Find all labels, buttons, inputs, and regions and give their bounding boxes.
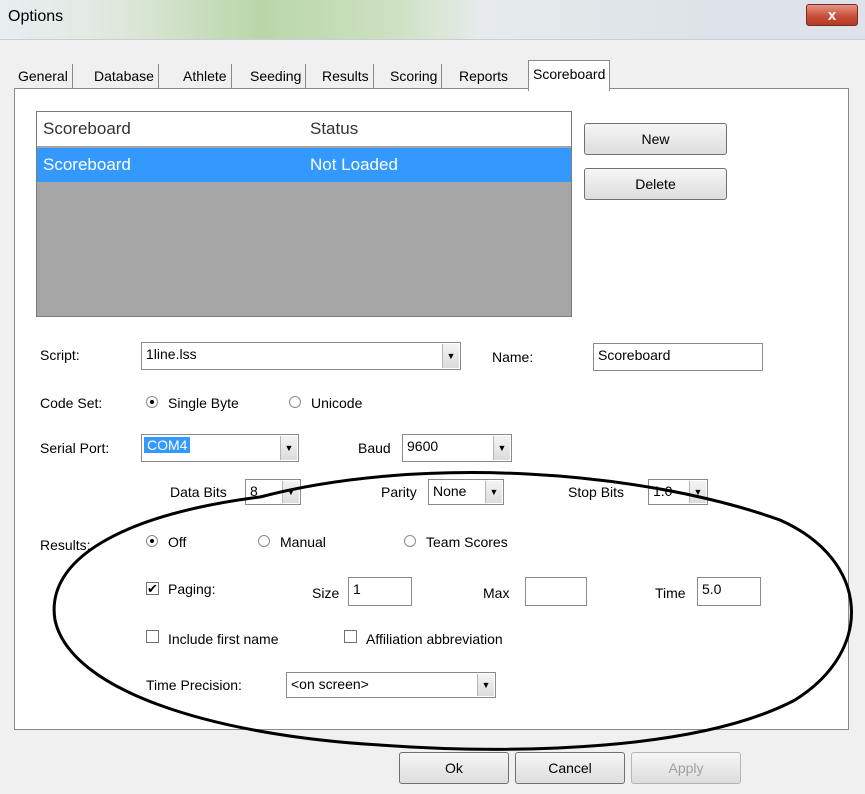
chevron-down-icon[interactable]: ▼ [689,481,706,503]
tab-athlete[interactable]: Athlete [179,64,232,88]
size-label: Size [312,585,340,601]
serial-port-select[interactable]: COM4 ▼ [141,434,299,462]
results-team-scores-radio[interactable] [404,535,416,547]
delete-button[interactable]: Delete [584,168,727,200]
code-set-label: Code Set: [40,395,103,411]
cancel-button[interactable]: Cancel [515,752,625,784]
max-field[interactable] [525,577,587,606]
tab-general[interactable]: General [14,64,73,88]
serial-port-value: COM4 [144,437,191,453]
include-first-name-checkbox[interactable] [146,630,159,643]
single-byte-label[interactable]: Single Byte [168,395,239,411]
paging-checkbox[interactable]: ✔ [146,582,159,595]
chevron-down-icon[interactable]: ▼ [280,436,297,460]
baud-select[interactable]: 9600 ▼ [402,434,512,462]
name-field[interactable]: Scoreboard [593,343,763,371]
scoreboard-list[interactable]: Scoreboard Status Scoreboard Not Loaded [36,111,572,317]
name-label: Name: [492,349,534,365]
time-precision-value: <on screen> [291,676,369,692]
chevron-down-icon[interactable]: ▼ [493,436,510,460]
ok-button[interactable]: Ok [399,752,509,784]
column-header-scoreboard[interactable]: Scoreboard [43,119,131,139]
tab-database[interactable]: Database [90,64,159,88]
single-byte-radio[interactable] [146,396,158,408]
unicode-label[interactable]: Unicode [311,395,362,411]
script-select[interactable]: 1line.lss ▼ [141,342,461,370]
results-off-label[interactable]: Off [168,534,186,550]
data-bits-value: 8 [250,483,258,499]
stop-bits-select[interactable]: 1.0 ▼ [648,479,708,505]
data-bits-select[interactable]: 8 ▼ [245,479,301,505]
baud-value: 9600 [407,438,439,454]
close-icon: x [827,6,837,24]
tab-reports[interactable]: Reports [455,64,512,88]
results-off-radio[interactable] [146,535,158,547]
window-title: Options [8,8,64,25]
max-label: Max [483,585,510,601]
paging-label[interactable]: Paging: [168,581,215,597]
affiliation-abbreviation-checkbox[interactable] [344,630,357,643]
title-bar: Options x [0,0,865,40]
time-label: Time [655,585,686,601]
time-precision-label: Time Precision: [146,677,242,693]
time-precision-select[interactable]: <on screen> ▼ [286,672,496,698]
affiliation-abbreviation-label[interactable]: Affiliation abbreviation [366,631,503,647]
chevron-down-icon[interactable]: ▼ [282,481,299,503]
tab-seeding[interactable]: Seeding [246,64,307,88]
list-header: Scoreboard Status [37,112,571,146]
baud-label: Baud [358,440,391,456]
list-item-status: Not Loaded [310,155,398,174]
chevron-down-icon[interactable]: ▼ [485,481,502,503]
tab-results[interactable]: Results [318,64,374,88]
new-button[interactable]: New [584,123,727,155]
data-bits-label: Data Bits [170,484,227,500]
parity-value: None [433,483,467,499]
chevron-down-icon[interactable]: ▼ [442,344,459,368]
results-manual-label[interactable]: Manual [280,534,326,550]
column-header-status[interactable]: Status [310,119,358,139]
unicode-radio[interactable] [289,396,301,408]
list-item[interactable]: Scoreboard Not Loaded [37,148,571,182]
chevron-down-icon[interactable]: ▼ [477,674,494,696]
stop-bits-label: Stop Bits [568,484,625,500]
script-value: 1line.lss [146,346,197,362]
script-label: Script: [40,347,80,363]
list-item-name: Scoreboard [43,155,131,174]
results-manual-radio[interactable] [258,535,270,547]
tab-scoreboard[interactable]: Scoreboard [528,60,611,91]
results-team-scores-label[interactable]: Team Scores [426,534,508,550]
parity-label: Parity [381,484,417,500]
parity-select[interactable]: None ▼ [428,479,504,505]
stop-bits-value: 1.0 [653,483,673,499]
results-label: Results: [40,537,91,553]
time-field[interactable]: 5.0 [697,577,761,606]
serial-port-label: Serial Port: [40,440,110,456]
apply-button[interactable]: Apply [631,752,741,784]
include-first-name-label[interactable]: Include first name [168,631,279,647]
close-button[interactable]: x [806,4,858,26]
tab-scoring[interactable]: Scoring [386,64,443,88]
size-field[interactable]: 1 [348,577,412,606]
